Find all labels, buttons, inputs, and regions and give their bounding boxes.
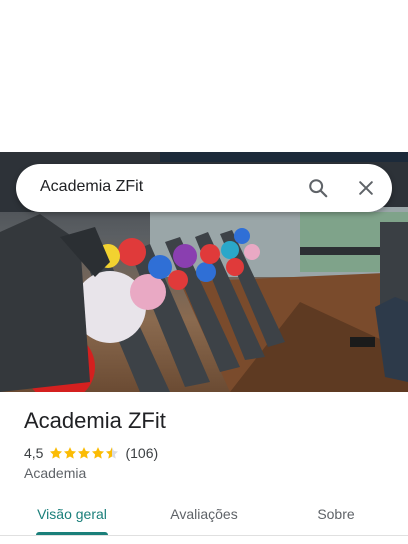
search-input[interactable]: Academia ZFit (40, 178, 143, 196)
star-icon (92, 447, 105, 459)
rating-row[interactable]: 4,5 (106) (24, 444, 158, 462)
clear-search-button[interactable] (350, 172, 382, 204)
place-tabs: Visão geral Avaliações Sobre (0, 494, 408, 538)
rating-value: 4,5 (24, 445, 44, 461)
search-bar[interactable]: Academia ZFit (16, 164, 392, 212)
star-icon (50, 447, 63, 459)
search-button[interactable] (302, 172, 334, 204)
review-count[interactable]: (106) (125, 445, 158, 461)
search-icon (309, 179, 328, 198)
map-blank-area (0, 0, 408, 152)
star-rating (49, 446, 119, 460)
star-icon (64, 447, 77, 459)
place-title: Academia ZFit (24, 408, 166, 433)
star-icon (106, 447, 119, 459)
tab-overview[interactable]: Visão geral (24, 494, 120, 534)
tabs-divider (0, 535, 408, 536)
place-category[interactable]: Academia (24, 465, 86, 481)
star-icon (78, 447, 91, 459)
tab-reviews[interactable]: Avaliações (156, 494, 252, 534)
tab-about[interactable]: Sobre (288, 494, 384, 534)
close-icon (359, 181, 373, 195)
